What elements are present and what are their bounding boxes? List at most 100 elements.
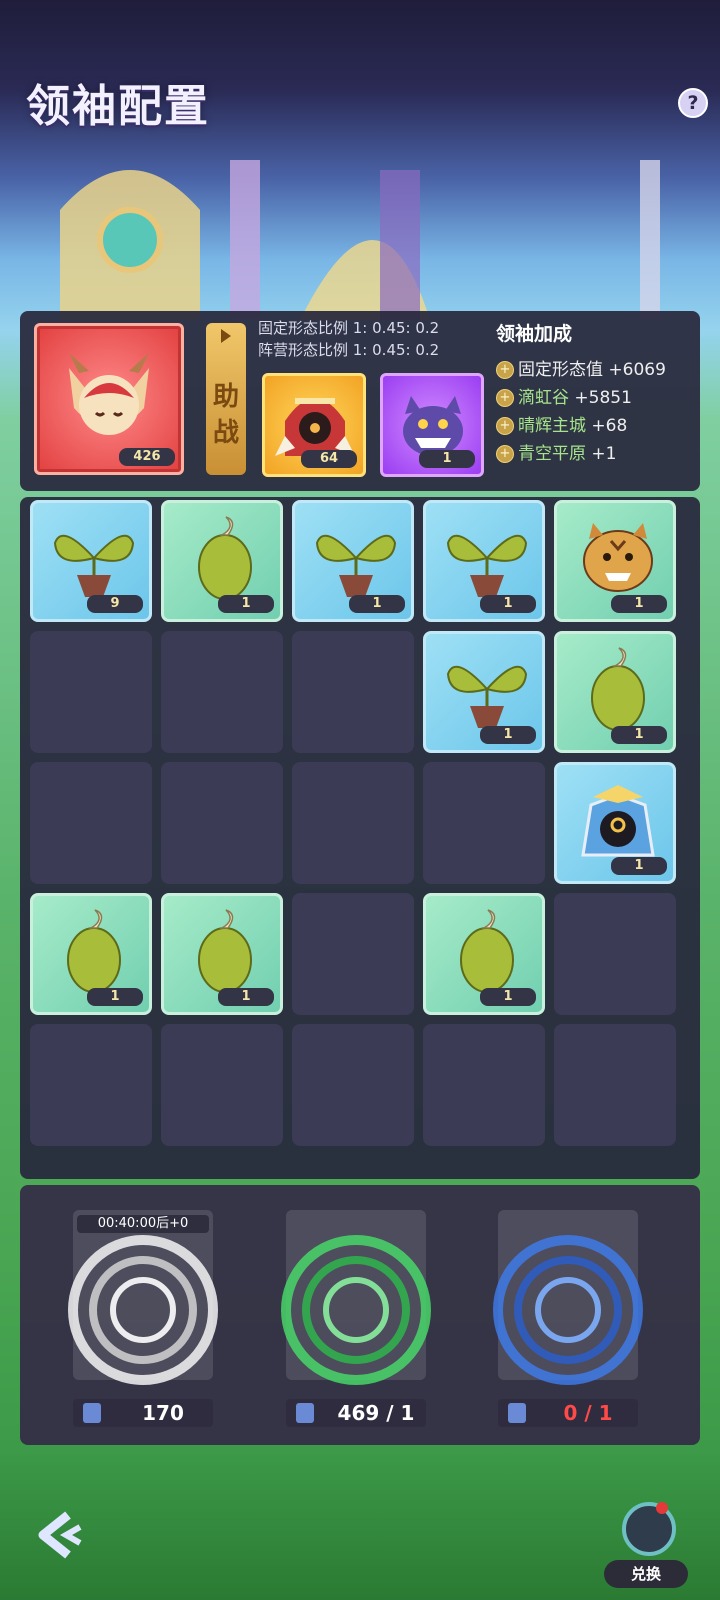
bonus-name: 固定形态值 [518, 360, 603, 380]
seed-unit-card[interactable]: 1 [423, 893, 545, 1015]
camp-ratio-text: 阵营形态比例 1: 0.45: 0.2 [258, 341, 440, 359]
background-castle [60, 160, 660, 320]
knight-unit-card[interactable]: 1 [554, 762, 676, 884]
white-vortex-icon [68, 1235, 218, 1385]
seed-icon [460, 909, 514, 993]
empty-slot[interactable] [161, 1024, 283, 1146]
empty-slot[interactable] [554, 1024, 676, 1146]
seed-icon [198, 909, 252, 993]
plus-icon: + [496, 445, 514, 463]
empty-slot[interactable] [292, 631, 414, 753]
exchange-icon [622, 1502, 676, 1556]
unit-grid: 9 1 1 1 1 1 1 1 1 1 1 [20, 497, 700, 1179]
empty-slot[interactable] [292, 1024, 414, 1146]
sprout-icon [446, 534, 528, 597]
count-value: 0 / 1 [563, 1401, 613, 1425]
portal-timer: 00:40:00后+0 [77, 1215, 209, 1233]
exchange-button[interactable]: 兑换 [604, 1502, 688, 1592]
fixed-ratio-text: 固定形态比例 1: 0.45: 0.2 [258, 319, 440, 337]
sprout-icon [446, 665, 528, 728]
sprout-icon [53, 534, 135, 597]
green-vortex-icon [281, 1235, 431, 1385]
sub-leader-2-level: 1 [419, 450, 475, 468]
count-value: 469 / 1 [337, 1401, 415, 1425]
hooded-knight-icon [581, 785, 655, 857]
sub-leader-card-1[interactable]: 64 [262, 373, 366, 477]
summon-panel: 00:40:00后+0 170 469 / 1 0 / 1 [20, 1185, 700, 1445]
tiger-icon [583, 523, 653, 592]
bonus-row-fixed: + 固定形态值 +6069 [496, 355, 666, 380]
unit-count: 1 [218, 988, 274, 1006]
bonus-row-qinghui: + 晴辉主城 +68 [496, 411, 627, 436]
back-arrow-icon[interactable] [28, 1505, 88, 1565]
main-leader-card[interactable]: 426 [34, 323, 184, 475]
count-value: 170 [142, 1401, 184, 1425]
unit-count: 1 [87, 988, 143, 1006]
unit-count: 9 [87, 595, 143, 613]
bonus-value: +6069 [608, 360, 666, 380]
unit-count: 1 [611, 595, 667, 613]
play-icon [221, 329, 231, 343]
empty-slot[interactable] [423, 762, 545, 884]
card-icon [83, 1403, 101, 1423]
sub-leader-card-2[interactable]: 1 [380, 373, 484, 477]
sprout-unit-card[interactable]: 1 [292, 500, 414, 622]
sprout-unit-card[interactable]: 9 [30, 500, 152, 622]
empty-slot[interactable] [30, 762, 152, 884]
sub-leader-1-level: 64 [301, 450, 357, 468]
unit-count: 1 [611, 857, 667, 875]
leader-panel: 426 助战 固定形态比例 1: 0.45: 0.2 阵营形态比例 1: 0.4… [20, 311, 700, 491]
card-icon [296, 1403, 314, 1423]
sprout-unit-card[interactable]: 1 [423, 631, 545, 753]
empty-slot[interactable] [161, 762, 283, 884]
main-leader-level: 426 [119, 448, 175, 466]
bonus-title: 领袖加成 [496, 323, 573, 345]
unit-count: 1 [480, 595, 536, 613]
tiger-unit-card[interactable]: 1 [554, 500, 676, 622]
unit-count: 1 [218, 595, 274, 613]
assist-button[interactable]: 助战 [206, 323, 246, 475]
empty-slot[interactable] [292, 762, 414, 884]
seed-unit-card[interactable]: 1 [30, 893, 152, 1015]
bonus-value: +1 [591, 444, 617, 464]
unit-count: 1 [611, 726, 667, 744]
plus-icon: + [496, 417, 514, 435]
blue-vortex-icon [493, 1235, 643, 1385]
portal-blue[interactable] [493, 1210, 643, 1385]
bonus-value: +5851 [574, 388, 632, 408]
portal-white[interactable]: 00:40:00后+0 [68, 1210, 218, 1385]
card-icon [508, 1403, 526, 1423]
bonus-value: +68 [591, 416, 628, 436]
seed-icon [198, 516, 252, 600]
empty-slot[interactable] [161, 631, 283, 753]
page-title: 领袖配置 [26, 81, 210, 132]
plus-icon: + [496, 389, 514, 407]
bonus-row-qingkong: + 青空平原 +1 [496, 439, 616, 464]
seed-icon [591, 647, 645, 731]
bonus-name: 晴辉主城 [518, 416, 586, 436]
seed-unit-card[interactable]: 1 [554, 631, 676, 753]
notification-dot [656, 1502, 668, 1514]
empty-slot[interactable] [554, 893, 676, 1015]
unit-count: 1 [480, 988, 536, 1006]
unit-count: 1 [349, 595, 405, 613]
seed-unit-card[interactable]: 1 [161, 500, 283, 622]
seed-unit-card[interactable]: 1 [161, 893, 283, 1015]
bonus-row-dihonggu: + 滴虹谷 +5851 [496, 383, 632, 408]
portal-green[interactable] [281, 1210, 431, 1385]
portal-green-count: 469 / 1 [286, 1399, 426, 1427]
empty-slot[interactable] [292, 893, 414, 1015]
bonus-name: 青空平原 [518, 444, 586, 464]
empty-slot[interactable] [30, 631, 152, 753]
empty-slot[interactable] [423, 1024, 545, 1146]
portal-blue-count: 0 / 1 [498, 1399, 638, 1427]
portal-white-count: 170 [73, 1399, 213, 1427]
plus-icon: + [496, 361, 514, 379]
sprout-unit-card[interactable]: 1 [423, 500, 545, 622]
help-icon[interactable]: ? [678, 88, 708, 118]
bonus-name: 滴虹谷 [518, 388, 569, 408]
unit-count: 1 [480, 726, 536, 744]
sprout-icon [315, 534, 397, 597]
seed-icon [67, 909, 121, 993]
empty-slot[interactable] [30, 1024, 152, 1146]
